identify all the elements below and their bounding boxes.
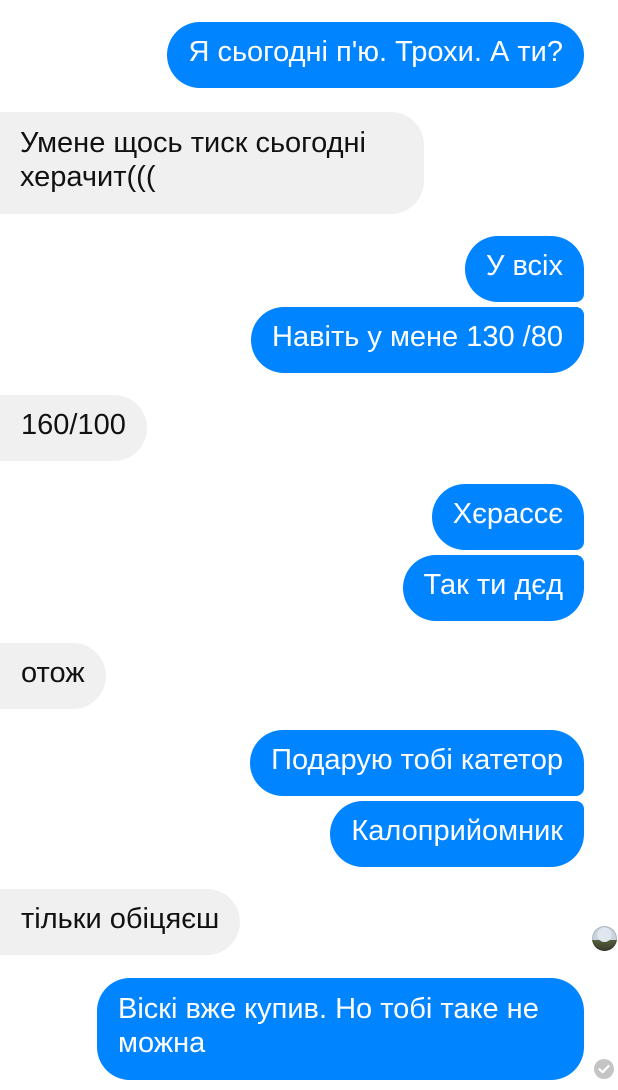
incoming-message[interactable]: 160/100 — [0, 395, 147, 461]
outgoing-message[interactable]: Навіть у мене 130 /80 — [251, 307, 584, 373]
seen-avatar — [592, 926, 617, 951]
outgoing-message[interactable]: У всіх — [464, 236, 584, 302]
outgoing-message[interactable]: Так ти дєд — [402, 555, 584, 621]
message-thread[interactable]: Я сьогодні п'ю. Трохи. А ти? Умене щось … — [0, 0, 618, 1090]
incoming-message[interactable]: Умене щось тиск сьогодні херачит((( — [0, 112, 424, 214]
outgoing-message[interactable]: Хєрассє — [431, 484, 584, 550]
check-circle-icon — [594, 1059, 614, 1079]
incoming-message[interactable]: тільки обіцяєш — [0, 889, 241, 955]
outgoing-message[interactable]: Віскі вже купив. Но тобі таке не можна — [97, 978, 584, 1080]
incoming-message[interactable]: отож — [0, 643, 106, 709]
outgoing-message[interactable]: Я сьогодні п'ю. Трохи. А ти? — [167, 22, 584, 88]
outgoing-message[interactable]: Калоприйомник — [330, 801, 584, 867]
outgoing-message[interactable]: Подарую тобі катетор — [250, 730, 584, 796]
